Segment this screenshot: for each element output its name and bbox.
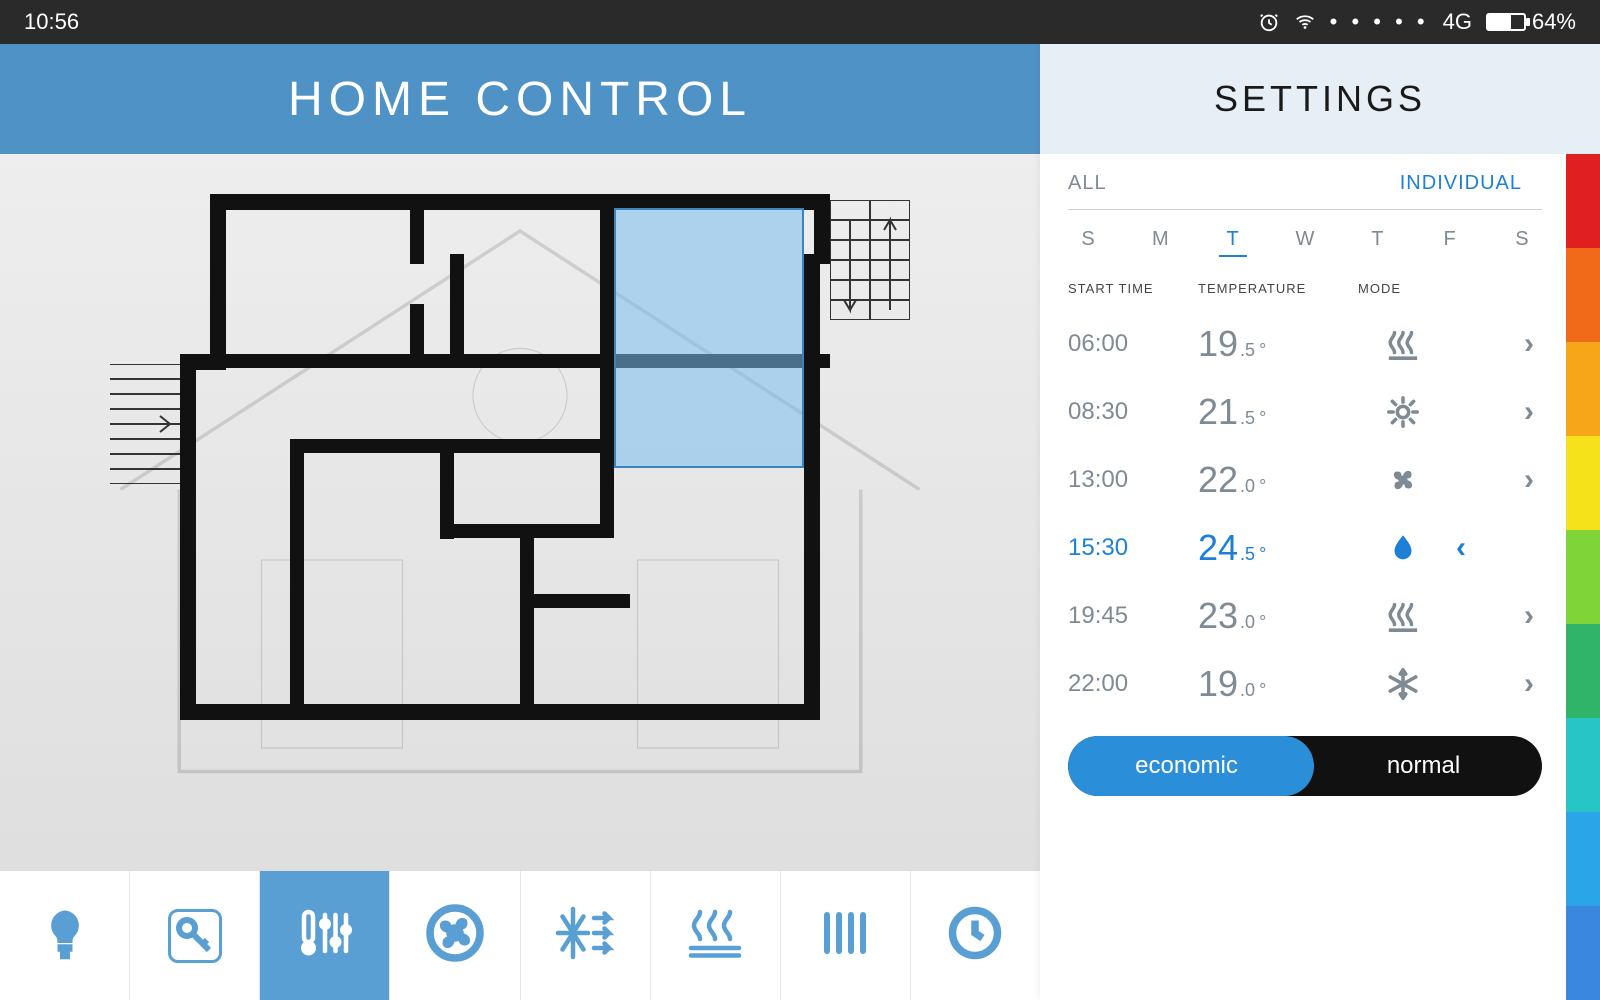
color-segment: [1566, 624, 1600, 718]
floor-heat-tile[interactable]: [651, 871, 781, 1000]
color-segment: [1566, 248, 1600, 342]
schedule-row-1[interactable]: 08:3021.5° ›: [1068, 378, 1542, 446]
day-2[interactable]: T: [1219, 228, 1247, 257]
color-segment: [1566, 530, 1600, 624]
network-label: 4G: [1443, 9, 1472, 35]
schedule-time: 22:00: [1068, 670, 1198, 698]
header-start-time: START TIME: [1068, 281, 1198, 296]
ac-icon: [555, 903, 615, 968]
tab-individual[interactable]: INDIVIDUAL: [1400, 172, 1522, 203]
fan-icon: [425, 903, 485, 968]
schedule-time: 13:00: [1068, 466, 1198, 494]
schedule-temp: 24.5°: [1198, 527, 1358, 569]
radiator-tile[interactable]: [781, 871, 911, 1000]
sun-icon: [1358, 395, 1448, 429]
thermostat-icon: [295, 903, 355, 968]
floorplan-area[interactable]: [0, 154, 1040, 870]
left-pane: HOME CONTROL: [0, 44, 1040, 1000]
fan-icon: [1358, 463, 1448, 497]
schedule-temp: 21.5°: [1198, 391, 1358, 433]
day-5[interactable]: F: [1436, 228, 1464, 257]
color-segment: [1566, 342, 1600, 436]
day-selector: SMTWTFS: [1068, 228, 1542, 281]
wifi-icon: [1294, 11, 1316, 33]
schedule-row-4[interactable]: 19:4523.0° ›: [1068, 582, 1542, 650]
toggle-economic[interactable]: economic: [1068, 752, 1305, 780]
schedule-temp: 22.0°: [1198, 459, 1358, 501]
schedule-headers: START TIME TEMPERATURE MODE: [1068, 281, 1542, 310]
schedule-time: 08:30: [1068, 398, 1198, 426]
schedule-temp: 23.0°: [1198, 595, 1358, 637]
water-drop-icon: [1358, 531, 1448, 565]
schedule-list: 06:0019.5°›08:3021.5°›13:0022.0°›15:3024…: [1068, 310, 1542, 718]
settings-panel: SETTINGS ALL INDIVIDUAL S M T W T F S START TI…: [1040, 44, 1600, 1000]
divider: [1068, 209, 1542, 210]
header-mode: MODE: [1358, 281, 1448, 296]
schedule-temp: 19.5°: [1198, 323, 1358, 365]
tab-all[interactable]: ALL: [1068, 172, 1107, 203]
day-6[interactable]: S: [1508, 228, 1536, 257]
schedule-row-2[interactable]: 13:0022.0° ›: [1068, 446, 1542, 514]
floor-heat-icon: [685, 903, 745, 968]
bottom-nav: [0, 870, 1040, 1000]
color-segment: [1566, 436, 1600, 530]
chevron-right-icon[interactable]: ›: [1448, 531, 1542, 565]
page-title: HOME CONTROL: [0, 44, 1040, 154]
settings-title: SETTINGS: [1040, 44, 1600, 154]
floorplan[interactable]: [140, 194, 900, 734]
status-bar: 10:56 • • • • • 4G 64%: [0, 0, 1600, 44]
schedule-temp: 19.0°: [1198, 663, 1358, 705]
status-time: 10:56: [24, 9, 1258, 35]
alarm-icon: [1258, 11, 1280, 33]
chevron-right-icon[interactable]: ›: [1448, 667, 1542, 701]
key-icon: [168, 909, 222, 963]
day-0[interactable]: S: [1074, 228, 1102, 257]
schedule-row-5[interactable]: 22:0019.0° ›: [1068, 650, 1542, 718]
clock-icon: [945, 903, 1005, 968]
color-segment: [1566, 906, 1600, 1000]
header-temperature: TEMPERATURE: [1198, 281, 1358, 296]
selected-room[interactable]: [614, 208, 804, 468]
schedule-time: 19:45: [1068, 602, 1198, 630]
key-tile[interactable]: [130, 871, 260, 1000]
stairs-left: [110, 364, 180, 484]
heat-waves-icon: [1358, 327, 1448, 361]
fan-tile[interactable]: [390, 871, 520, 1000]
schedule-time: 15:30: [1068, 534, 1198, 562]
toggle-normal[interactable]: normal: [1305, 752, 1542, 780]
thermostat-tile[interactable]: [260, 871, 390, 1000]
clock-tile[interactable]: [911, 871, 1040, 1000]
battery-percent: 64%: [1532, 9, 1576, 35]
color-segment: [1566, 718, 1600, 812]
color-scale: [1566, 154, 1600, 1000]
color-segment: [1566, 154, 1600, 248]
snowflake-icon: [1358, 667, 1448, 701]
day-4[interactable]: T: [1363, 228, 1391, 257]
heat-waves-icon: [1358, 599, 1448, 633]
schedule-row-3[interactable]: 15:3024.5° ›: [1068, 514, 1542, 582]
light-tile[interactable]: [0, 871, 130, 1000]
battery-indicator: 64%: [1486, 9, 1576, 35]
day-1[interactable]: M: [1146, 228, 1174, 257]
stairs-right: [830, 200, 910, 320]
day-3[interactable]: W: [1291, 228, 1319, 257]
mode-toggle[interactable]: economic normal: [1068, 736, 1542, 796]
schedule-time: 06:00: [1068, 330, 1198, 358]
status-right: • • • • • 4G 64%: [1258, 9, 1576, 35]
signal-dots: • • • • •: [1330, 9, 1429, 35]
light-icon: [35, 903, 95, 968]
chevron-right-icon[interactable]: ›: [1448, 327, 1542, 361]
ac-tile[interactable]: [521, 871, 651, 1000]
schedule-row-0[interactable]: 06:0019.5° ›: [1068, 310, 1542, 378]
chevron-right-icon[interactable]: ›: [1448, 395, 1542, 429]
radiator-icon: [815, 903, 875, 968]
chevron-right-icon[interactable]: ›: [1448, 463, 1542, 497]
chevron-right-icon[interactable]: ›: [1448, 599, 1542, 633]
color-segment: [1566, 812, 1600, 906]
settings-tabs: ALL INDIVIDUAL: [1068, 172, 1542, 203]
